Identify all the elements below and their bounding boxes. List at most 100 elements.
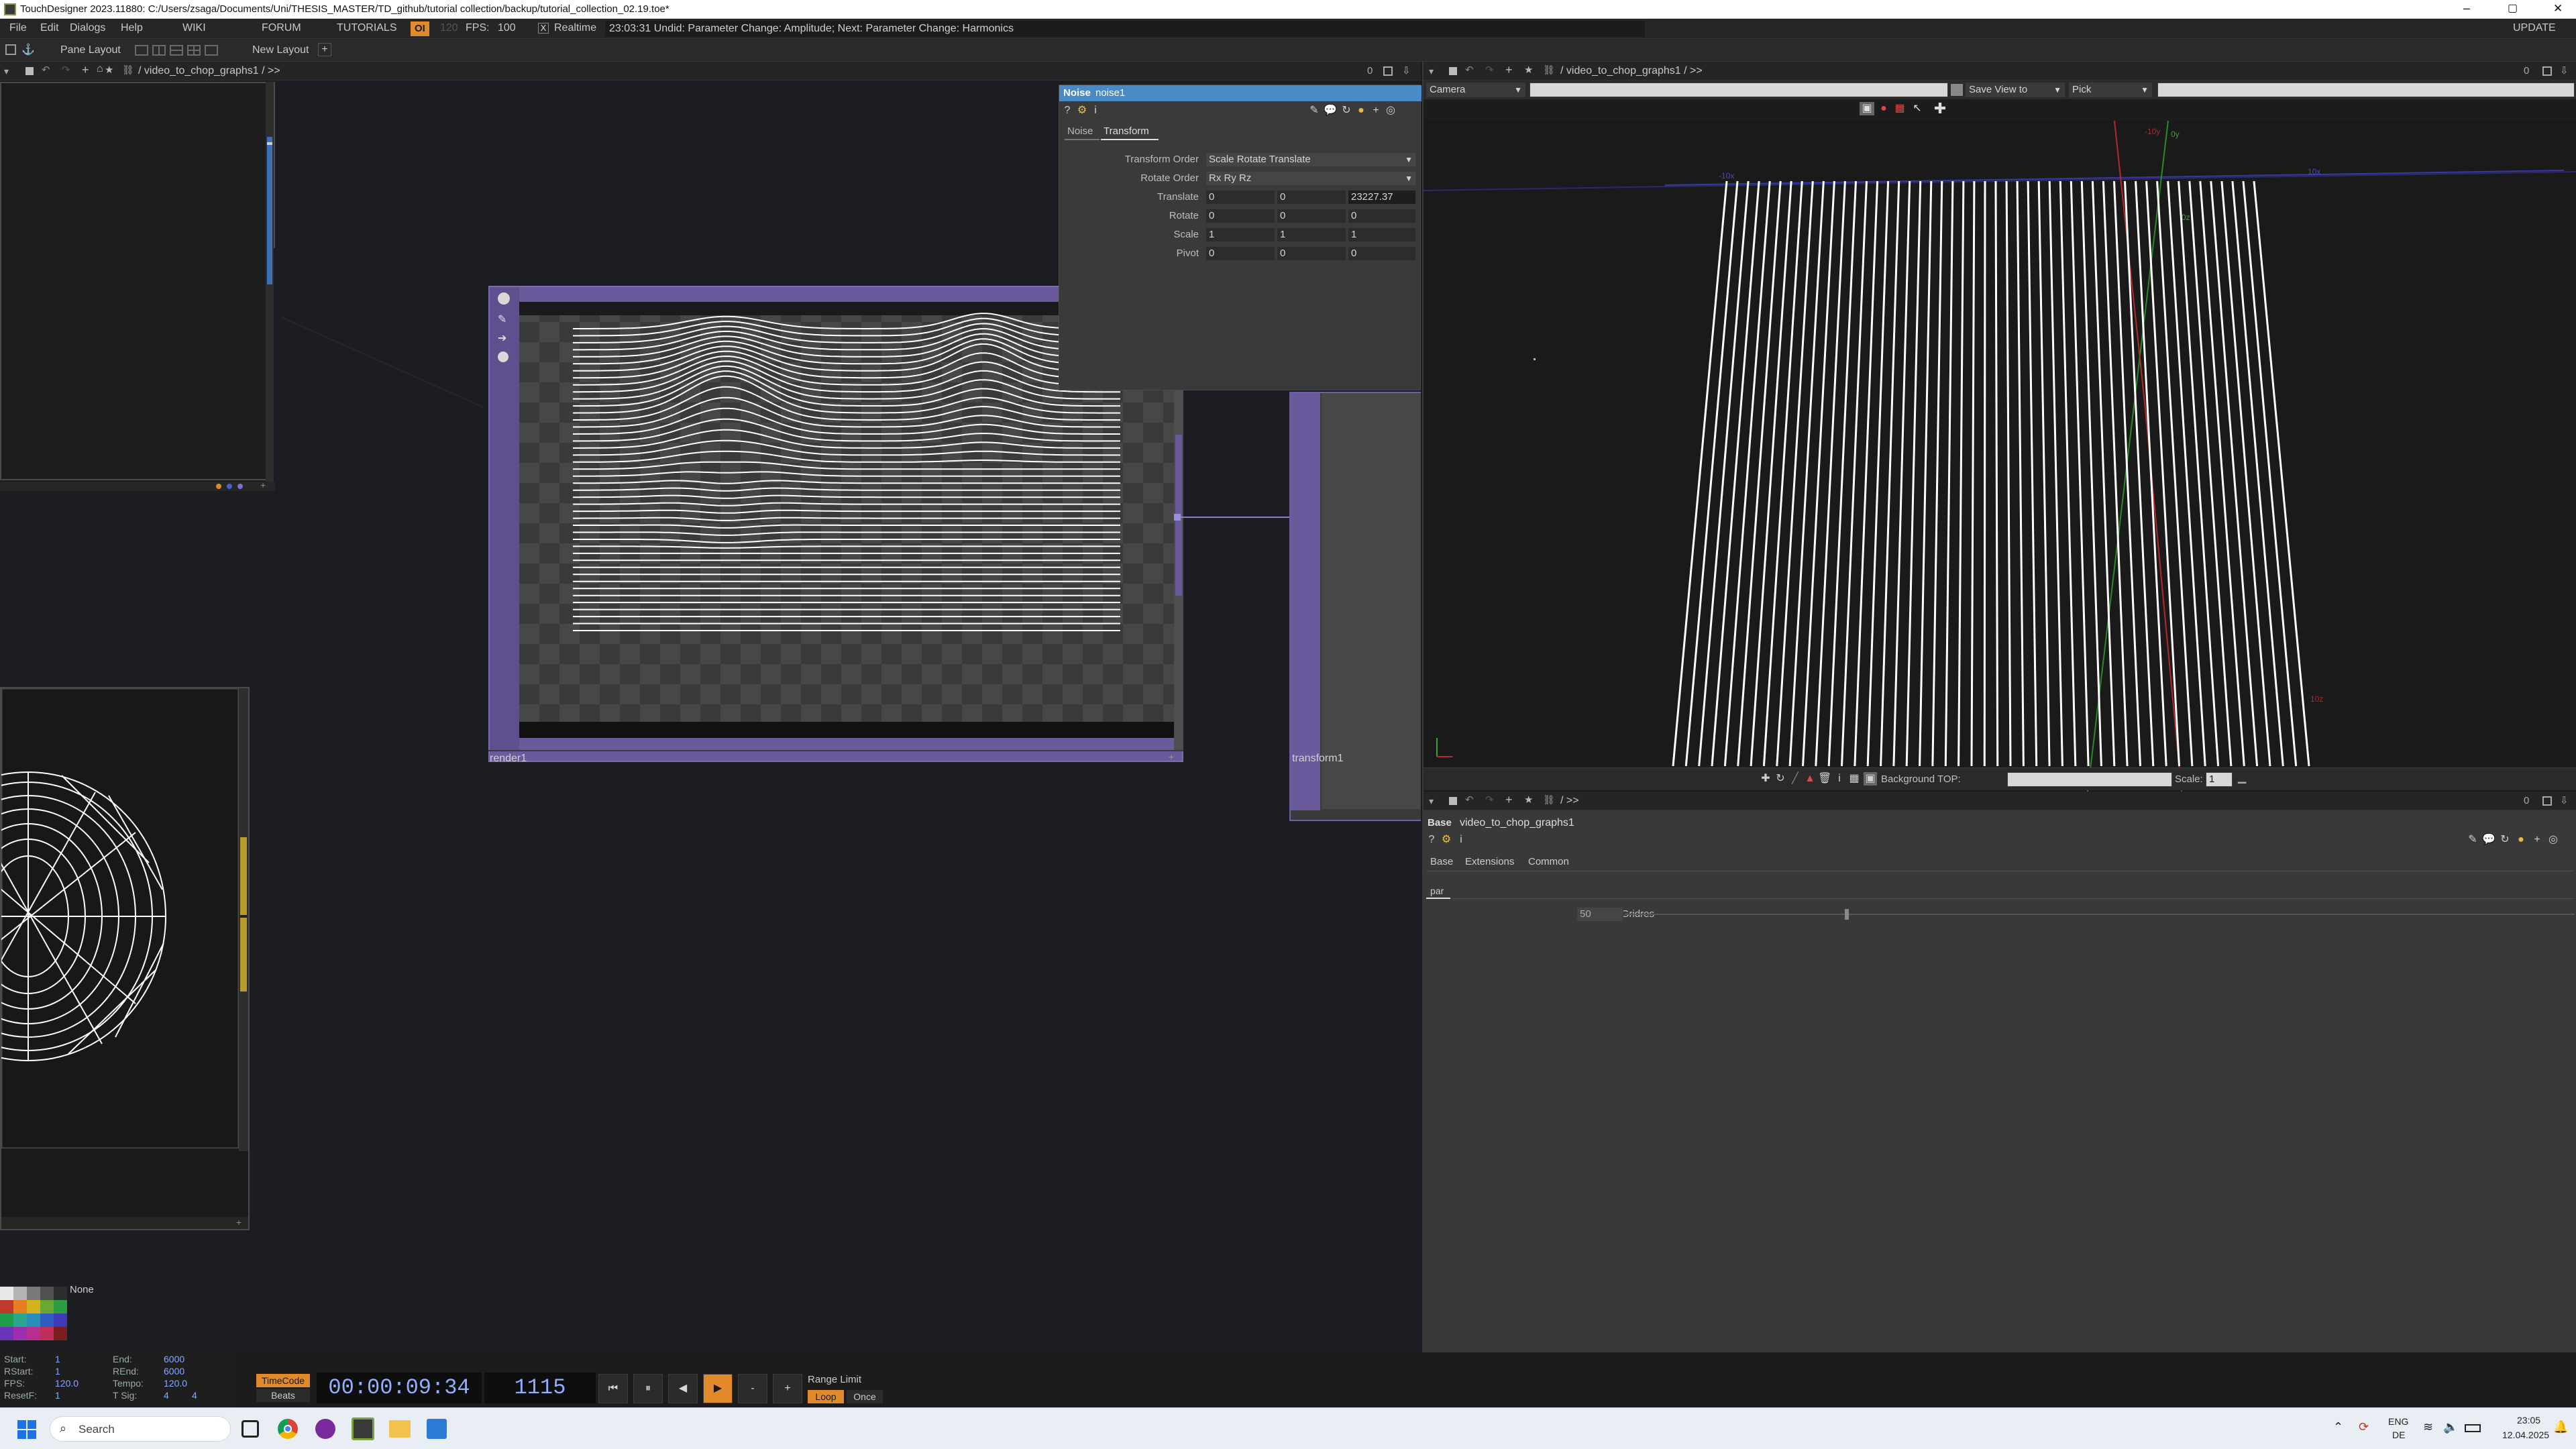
python-icon[interactable]: ⚙ (1075, 104, 1089, 117)
windows-start-icon[interactable] (17, 1420, 36, 1439)
noise-param-window[interactable]: Noise noise1 ? ⚙ i ✎ 💬 ↻ ● + ◎ Noise Tra… (1059, 85, 1421, 390)
rotate-x[interactable]: 0 (1205, 209, 1275, 223)
tutorials-link[interactable]: TUTORIALS (337, 19, 397, 38)
gridres-field[interactable]: 50 (1576, 907, 1623, 922)
tsig-denominator[interactable]: 4 (192, 1390, 197, 1401)
calendar-app-icon[interactable] (427, 1419, 447, 1439)
link-icon[interactable]: ⛓ (122, 64, 134, 76)
palette-swatch[interactable] (54, 1327, 67, 1340)
geometry-viewport[interactable]: -10y 0y 0z 10x -10x 10z (1424, 121, 2576, 792)
comment-icon[interactable]: 💬 (2482, 833, 2496, 847)
tsig-numerator[interactable]: 4 (164, 1390, 169, 1401)
palette-swatch[interactable] (27, 1287, 40, 1300)
color-palette[interactable]: None (0, 1284, 101, 1340)
rotate-y[interactable]: 0 (1277, 209, 1346, 223)
add-icon[interactable]: + (2530, 833, 2544, 847)
scale-field[interactable]: 1 (2206, 772, 2233, 787)
palette-swatch[interactable] (54, 1313, 67, 1327)
pane-pin-icon[interactable]: ⇩ (2560, 794, 2569, 806)
bookmark-icon[interactable]: ★ (1524, 64, 1533, 76)
resetf-value[interactable]: 1 (55, 1390, 60, 1401)
node-torus[interactable]: + (0, 687, 250, 1230)
add-layout-button[interactable]: + (318, 43, 331, 56)
transform1-label[interactable]: transform1 (1292, 753, 1343, 765)
palette-icon[interactable]: ● (1354, 104, 1368, 117)
tab-base[interactable]: Base (1430, 856, 1453, 867)
pause-button[interactable]: ⏸ (633, 1374, 663, 1403)
clock-time[interactable]: 23:05 (2517, 1415, 2540, 1426)
scale-slider-icon[interactable]: ▁ (2238, 771, 2246, 784)
scale-x[interactable]: 1 (1205, 227, 1275, 242)
palette-swatch[interactable] (54, 1300, 67, 1313)
help-icon[interactable]: ? (1425, 833, 1438, 847)
pane-layout-label[interactable]: Pane Layout (60, 44, 121, 56)
palette-swatch[interactable] (27, 1327, 40, 1340)
pane-pin-icon[interactable]: ⇩ (2560, 64, 2569, 76)
add-icon[interactable]: + (1505, 793, 1513, 807)
info-icon[interactable]: i (1454, 833, 1468, 847)
pick-path-field[interactable] (2157, 83, 2575, 97)
gridres-slider[interactable] (1625, 907, 2575, 922)
touchdesigner-icon[interactable] (352, 1417, 374, 1440)
palette-swatch[interactable] (40, 1313, 54, 1327)
bookmark-icon[interactable]: ★ (105, 64, 113, 76)
forward-icon[interactable]: ↷ (1485, 794, 1494, 806)
start-value[interactable]: 1 (55, 1354, 60, 1364)
pane-menu-icon[interactable]: ▾ (1429, 66, 1434, 77)
menu-dialogs[interactable]: Dialogs (70, 19, 105, 38)
save-view-select[interactable]: Save View to ▼ (1966, 83, 2065, 97)
scale-y[interactable]: 1 (1277, 227, 1346, 242)
grid-toggle-icon[interactable]: ▦ (1893, 102, 1907, 115)
translate-x[interactable]: 0 (1205, 190, 1275, 205)
palette-swatch[interactable] (40, 1300, 54, 1313)
menu-file[interactable]: File (9, 19, 27, 38)
pane-menu-icon[interactable]: ▾ (4, 66, 9, 77)
rend-value[interactable]: 6000 (164, 1366, 184, 1377)
rewind-button[interactable]: ⏮ (598, 1374, 628, 1403)
back-icon[interactable]: ↶ (42, 64, 50, 76)
link-icon[interactable]: ⛓ (1543, 64, 1555, 76)
rstart-value[interactable]: 1 (55, 1366, 60, 1377)
help-icon[interactable]: ? (1061, 104, 1074, 117)
node-expand-icon[interactable]: + (260, 480, 266, 490)
battery-icon[interactable] (2465, 1424, 2481, 1432)
base-param-pane[interactable]: ▾ ↶ ↷ + ★ ⛓ / >> 0 ⇩ Base video_to_chop_… (1422, 792, 2576, 1352)
tab-extensions[interactable]: Extensions (1465, 856, 1514, 867)
shape-icon[interactable]: ▲ (1803, 772, 1817, 786)
camera-select[interactable]: Camera ▼ (1426, 83, 1525, 97)
menu-help[interactable]: Help (121, 19, 143, 38)
close-button[interactable]: ✕ (2553, 2, 2563, 15)
forward-icon[interactable]: ↷ (62, 64, 70, 76)
pivot-z[interactable]: 0 (1348, 246, 1416, 261)
task-view-icon[interactable] (241, 1420, 259, 1438)
network-path[interactable]: / video_to_chop_graphs1 / >> (138, 65, 280, 77)
background-icon[interactable]: ▣ (1864, 772, 1877, 786)
beats-toggle[interactable]: Beats (256, 1389, 310, 1402)
pane-maximize-icon[interactable] (2542, 796, 2552, 806)
add-icon[interactable]: + (1369, 104, 1383, 117)
play-button[interactable]: ▶ (703, 1374, 733, 1403)
notification-icon[interactable]: 🔔 (2553, 1420, 2568, 1434)
timecode-display[interactable]: 00:00:09:34 (317, 1373, 482, 1403)
edit-icon[interactable]: ✎ (2466, 833, 2479, 847)
palette-swatch[interactable] (54, 1287, 67, 1300)
node-expand-icon[interactable]: + (236, 1217, 241, 1228)
anchor-icon[interactable]: ⚓ (21, 43, 35, 56)
base-op-name[interactable]: video_to_chop_graphs1 (1460, 817, 1574, 829)
step-minus-button[interactable]: - (738, 1374, 767, 1403)
tab-transform[interactable]: Transform (1104, 125, 1149, 137)
add-icon[interactable]: + (1505, 63, 1513, 77)
info-icon[interactable] (498, 352, 508, 362)
settings-icon[interactable]: ◎ (1384, 104, 1397, 117)
add-icon[interactable]: ✚ (1759, 772, 1772, 786)
pane-split-icon[interactable] (5, 44, 16, 55)
palette-swatch[interactable] (40, 1327, 54, 1340)
move-tool-icon[interactable]: ✚ (1933, 101, 1947, 116)
pane-menu-icon[interactable]: ▾ (1429, 796, 1434, 807)
bookmark-icon[interactable]: ★ (1524, 794, 1533, 806)
camera-path-field[interactable] (1529, 83, 1948, 97)
tab-noise[interactable]: Noise (1067, 125, 1093, 137)
link-icon[interactable]: ⛓ (1543, 794, 1555, 806)
home-icon[interactable]: ⌂ (97, 63, 103, 75)
palette-swatch[interactable] (13, 1327, 27, 1340)
